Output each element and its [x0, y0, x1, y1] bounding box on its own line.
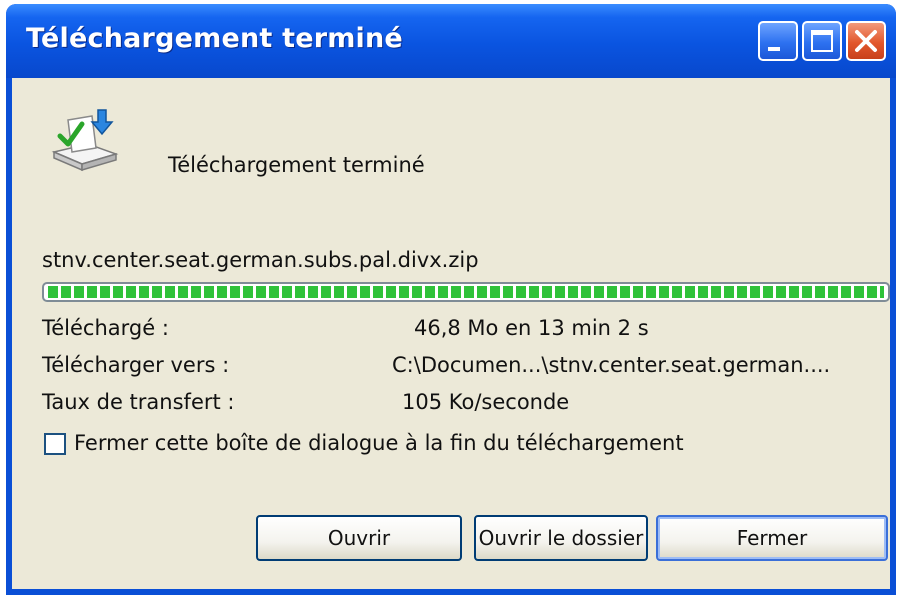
open-button[interactable]: Ouvrir [256, 515, 462, 561]
destination-label: Télécharger vers : [42, 353, 230, 377]
transfer-rate-label: Taux de transfert : [42, 390, 235, 414]
close-window-button[interactable] [846, 21, 886, 61]
file-name: stnv.center.seat.german.subs.pal.divx.zi… [42, 248, 479, 272]
close-button[interactable]: Fermer [656, 515, 888, 561]
download-complete-icon [48, 108, 122, 174]
status-message: Téléchargement terminé [168, 153, 425, 177]
open-folder-button[interactable]: Ouvrir le dossier [474, 515, 648, 561]
close-icon [855, 30, 877, 52]
minimize-icon [768, 47, 780, 51]
title-bar[interactable]: Téléchargement terminé [6, 4, 896, 78]
download-progress-bar [42, 282, 890, 302]
downloaded-value: 46,8 Mo en 13 min 2 s [414, 316, 649, 340]
progress-fill [48, 286, 884, 298]
maximize-button[interactable] [802, 21, 842, 61]
maximize-icon [811, 30, 833, 52]
transfer-rate-value: 105 Ko/seconde [402, 390, 570, 414]
destination-value: C:\Documen...\stnv.center.seat.german...… [392, 353, 831, 377]
window-title: Téléchargement terminé [26, 23, 403, 54]
close-when-done-checkbox[interactable] [44, 433, 66, 455]
download-complete-dialog: Téléchargement terminé Téléchargement te… [6, 4, 896, 595]
dialog-body: Téléchargement terminé stnv.center.seat.… [12, 78, 890, 589]
downloaded-label: Téléchargé : [42, 316, 169, 340]
close-when-done-label[interactable]: Fermer cette boîte de dialogue à la fin … [74, 431, 684, 455]
minimize-button[interactable] [758, 21, 798, 61]
